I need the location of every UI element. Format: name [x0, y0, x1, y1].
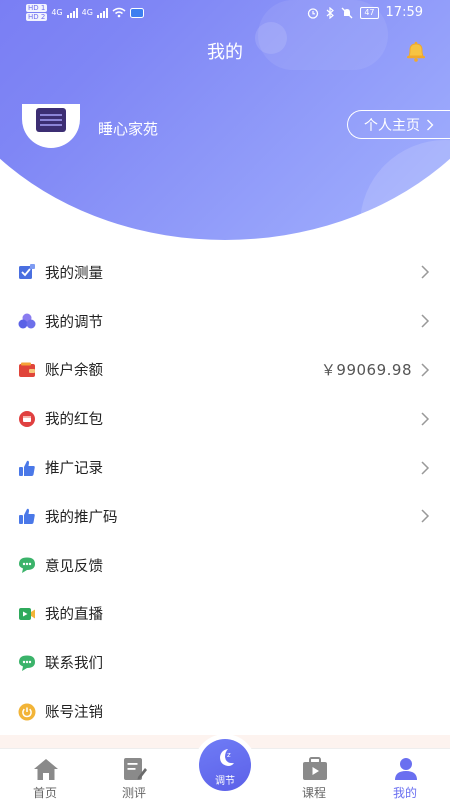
- wifi-icon: [112, 7, 126, 18]
- menu-item-feedback[interactable]: 意见反馈: [0, 541, 450, 590]
- menu-item-label: 我的测量: [45, 265, 103, 282]
- chevron-right-icon: [421, 363, 430, 377]
- chat-icon: [19, 655, 35, 671]
- menu-item-label: 我的红包: [45, 412, 103, 429]
- chevron-right-icon: [421, 412, 430, 426]
- page-title: 我的: [207, 42, 243, 63]
- mute-icon: [341, 7, 353, 18]
- chevron-right-icon: [421, 314, 430, 328]
- chevron-right-icon: [427, 119, 434, 130]
- avatar-image: [36, 108, 66, 132]
- menu-item-promotion-records[interactable]: 推广记录: [0, 443, 450, 492]
- menu-item-my-adjustment[interactable]: 我的调节: [0, 297, 450, 346]
- menu-item-label: 联系我们: [45, 656, 103, 673]
- user-nickname: 睡心家苑: [98, 120, 159, 138]
- signal-icon: [96, 7, 108, 18]
- bell-icon[interactable]: [404, 40, 428, 62]
- alarm-icon: [308, 7, 319, 19]
- network-indicators: HD 1 HD 2 4G 4G: [26, 4, 144, 21]
- menu-item-my-promo-code[interactable]: 我的推广码: [0, 492, 450, 541]
- hd1-badge: HD 1: [26, 4, 48, 12]
- svg-text:z: z: [227, 751, 231, 759]
- menu-item-label: 意见反馈: [45, 558, 103, 575]
- measure-icon: [19, 264, 35, 280]
- tab-mine[interactable]: 我的: [370, 749, 440, 800]
- menu-item-my-red-packet[interactable]: 我的红包: [0, 394, 450, 443]
- menu-item-label: 账户余额: [45, 363, 103, 380]
- video-icon: [19, 607, 35, 620]
- signal-icon: [66, 7, 78, 18]
- menu-item-my-live[interactable]: 我的直播: [0, 590, 450, 639]
- personal-homepage-label: 个人主页: [364, 117, 420, 134]
- chevron-right-icon: [421, 509, 430, 523]
- system-indicators: 47 17:59: [307, 5, 423, 20]
- tab-label: 调节: [215, 776, 235, 787]
- thumb-up-icon: [19, 460, 35, 476]
- chat-icon: [19, 557, 35, 574]
- chevron-right-icon: [421, 265, 430, 279]
- menu-item-label: 账号注销: [45, 705, 103, 722]
- tab-label: 首页: [32, 786, 57, 800]
- menu-item-my-measurement[interactable]: 我的测量: [0, 248, 450, 297]
- menu-item-label: 我的推广码: [45, 509, 118, 526]
- power-icon: [18, 703, 36, 721]
- tab-home[interactable]: 首页: [10, 749, 80, 800]
- evaluate-icon: [124, 758, 147, 780]
- moon-icon: z: [220, 749, 234, 766]
- course-icon: [303, 757, 327, 780]
- tab-adjust[interactable]: z 调节: [199, 739, 251, 791]
- profile-header: HD 1 HD 2 4G 4G 47 17:59 我的 睡心家苑 个人主页: [0, 0, 450, 240]
- menu-item-label: 我的直播: [45, 607, 103, 624]
- network-type: 4G: [51, 8, 63, 17]
- hd-badges: HD 1 HD 2: [26, 4, 48, 21]
- tab-course[interactable]: 课程: [279, 749, 349, 800]
- message-icon: [129, 7, 144, 18]
- menu-item-contact-us[interactable]: 联系我们: [0, 638, 450, 687]
- network-type: 4G: [81, 8, 93, 17]
- menu-item-account-cancellation[interactable]: 账号注销: [0, 687, 450, 736]
- personal-homepage-button[interactable]: 个人主页: [347, 110, 450, 139]
- tab-label: 测评: [121, 786, 146, 800]
- bluetooth-icon: [326, 6, 335, 19]
- thumb-up-icon: [19, 509, 35, 525]
- account-balance-value: ￥99069.98: [320, 361, 412, 380]
- status-bar: HD 1 HD 2 4G 4G 47 17:59: [0, 0, 450, 26]
- battery-icon: 47: [360, 6, 379, 19]
- menu-item-label: 推广记录: [45, 461, 103, 478]
- menu-list: 我的测量 我的调节 账户余额 ￥99069.98 我的红包 推广记录 我的推广码…: [0, 248, 450, 736]
- chevron-right-icon: [421, 461, 430, 475]
- tab-label: 我的: [392, 786, 417, 800]
- adjust-icon: [18, 313, 36, 329]
- tab-evaluate[interactable]: 测评: [99, 749, 169, 800]
- wallet-icon: [19, 362, 35, 377]
- tab-label: 课程: [301, 786, 326, 800]
- home-icon: [34, 759, 58, 780]
- menu-item-account-balance[interactable]: 账户余额 ￥99069.98: [0, 346, 450, 395]
- hd2-badge: HD 2: [26, 13, 48, 21]
- red-packet-icon: [19, 410, 35, 427]
- clock: 17:59: [385, 5, 423, 20]
- user-icon: [395, 758, 417, 780]
- menu-item-label: 我的调节: [45, 314, 103, 331]
